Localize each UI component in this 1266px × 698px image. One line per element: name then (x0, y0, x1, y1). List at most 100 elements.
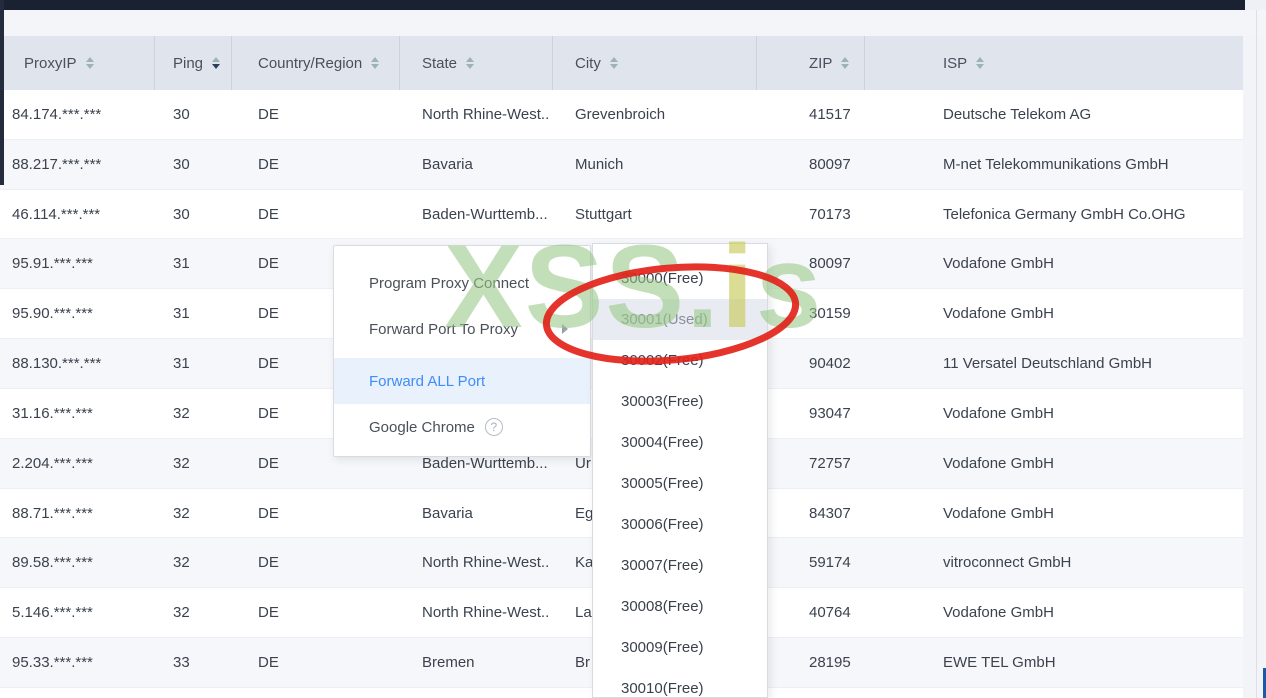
cell-isp: EWE TEL GmbH (943, 654, 1056, 672)
column-header[interactable]: ProxyIP (0, 36, 155, 90)
sort-desc-icon[interactable] (976, 64, 985, 69)
cell-proxyip: 31.16.***.*** (12, 404, 93, 422)
cell-ping: 32 (173, 454, 190, 472)
submenu-arrow-icon (562, 324, 568, 334)
port-menu-item[interactable]: 30002(Free) (593, 340, 767, 381)
column-header[interactable]: Ping (155, 36, 232, 90)
port-menu-item[interactable]: 30003(Free) (593, 381, 767, 422)
cell-isp: M-net Telekommunikations GmbH (943, 155, 1169, 173)
cell-ping: 31 (173, 305, 190, 323)
menu-item-forward-all-port[interactable]: Forward ALL Port (334, 358, 590, 404)
cell-proxyip: 95.33.***.*** (12, 654, 93, 672)
cell-country: DE (258, 205, 279, 223)
sort-asc-icon[interactable] (212, 57, 221, 62)
menu-item-label: Google Chrome (369, 418, 475, 436)
cell-proxyip: 46.114.***.*** (12, 205, 101, 223)
port-menu-item[interactable]: 30008(Free) (593, 586, 767, 627)
menu-item-label: Forward Port To Proxy (369, 320, 518, 338)
port-label: 30005(Free) (621, 475, 704, 492)
port-label: 30000(Free) (621, 270, 704, 287)
port-menu-item[interactable]: 30006(Free) (593, 504, 767, 545)
port-menu-item[interactable]: 30004(Free) (593, 422, 767, 463)
sort-arrows-icon[interactable] (976, 57, 985, 69)
cell-zip: 41517 (809, 105, 851, 123)
column-header-label: ISP (943, 54, 968, 72)
cell-proxyip: 95.90.***.*** (12, 305, 93, 323)
menu-item-label: Program Proxy Connect (369, 274, 530, 292)
sort-arrows-icon[interactable] (371, 57, 380, 69)
cell-country: DE (258, 105, 279, 123)
column-header-label: State (422, 54, 458, 72)
cell-zip: 28195 (809, 654, 851, 672)
sort-asc-icon[interactable] (85, 57, 94, 62)
port-label: 30009(Free) (621, 639, 704, 656)
port-menu-item[interactable]: 30005(Free) (593, 463, 767, 504)
cell-zip: 59174 (809, 554, 851, 572)
sort-desc-icon[interactable] (841, 64, 850, 69)
menu-item-label: Forward ALL Port (369, 372, 486, 390)
sort-asc-icon[interactable] (841, 57, 850, 62)
cell-state: North Rhine-West.. (422, 105, 550, 123)
menu-item-forward-port-to-proxy[interactable]: Forward Port To Proxy (334, 306, 590, 352)
port-menu-item[interactable]: 30010(Free) (593, 668, 767, 697)
cell-isp: Vodafone GmbH (943, 504, 1054, 522)
cell-proxyip: 84.174.***.*** (12, 105, 102, 123)
sort-asc-icon[interactable] (609, 57, 618, 62)
cell-ping: 32 (173, 554, 190, 572)
sort-arrows-icon[interactable] (85, 57, 94, 69)
sort-asc-icon[interactable] (466, 57, 475, 62)
column-header-label: ZIP (809, 54, 833, 72)
cell-isp: Vodafone GmbH (943, 454, 1054, 472)
port-label: 30002(Free) (621, 352, 704, 369)
sort-arrows-icon[interactable] (466, 57, 475, 69)
sort-asc-icon[interactable] (976, 57, 985, 62)
cell-state: North Rhine-West.. (422, 554, 550, 572)
menu-item-google-chrome[interactable]: Google Chrome ? (334, 404, 590, 450)
sort-desc-icon[interactable] (609, 64, 618, 69)
column-header-label: Country/Region (258, 54, 363, 72)
help-icon[interactable]: ? (484, 418, 503, 436)
cell-zip: 70173 (809, 205, 851, 223)
column-header-label: Ping (173, 54, 204, 72)
cell-ping: 31 (173, 355, 190, 373)
column-header[interactable]: Country/Region (232, 36, 400, 90)
sort-desc-icon[interactable] (85, 64, 94, 69)
cell-zip: 93047 (809, 404, 851, 422)
table-row[interactable]: 46.114.***.*** 30 DE Baden-Wurttemb... S… (0, 189, 1243, 240)
gutter-divider (1256, 10, 1257, 698)
cell-ping: 32 (173, 404, 190, 422)
column-header[interactable]: ISP (865, 36, 1243, 90)
column-header[interactable]: State (400, 36, 553, 90)
cell-ping: 30 (173, 205, 190, 223)
sort-desc-icon[interactable] (466, 64, 475, 69)
cell-proxyip: 5.146.***.*** (12, 604, 93, 622)
cell-ping: 33 (173, 654, 190, 672)
port-menu-item[interactable]: 30000(Free) (593, 258, 767, 299)
port-menu-item[interactable]: 30009(Free) (593, 627, 767, 668)
port-label: 30004(Free) (621, 434, 704, 451)
cell-ping: 30 (173, 105, 190, 123)
port-label: 30008(Free) (621, 598, 704, 615)
sort-arrows-icon[interactable] (841, 57, 850, 69)
cell-zip: 80097 (809, 255, 851, 273)
port-label: 30001(Used) (621, 311, 708, 328)
proxy-client-window: ProxyIP Ping Country/Region State City Z… (0, 0, 1266, 698)
menu-item-program-proxy-connect[interactable]: Program Proxy Connect (334, 260, 590, 306)
sort-desc-icon[interactable] (212, 64, 221, 69)
cell-zip: 72757 (809, 454, 851, 472)
sort-arrows-icon[interactable] (609, 57, 618, 69)
table-row[interactable]: 88.217.***.*** 30 DE Bavaria Munich 8009… (0, 139, 1243, 190)
column-header[interactable]: ZIP (757, 36, 865, 90)
column-header[interactable]: City (553, 36, 757, 90)
window-left-edge (0, 0, 4, 185)
table-row[interactable]: 84.174.***.*** 30 DE North Rhine-West.. … (0, 90, 1243, 140)
port-label: 30007(Free) (621, 557, 704, 574)
sort-asc-icon[interactable] (371, 57, 380, 62)
sort-desc-icon[interactable] (371, 64, 380, 69)
port-menu-item[interactable]: 30007(Free) (593, 545, 767, 586)
cell-proxyip: 89.58.***.*** (12, 554, 93, 572)
cell-ping: 30 (173, 155, 190, 173)
cell-ping: 32 (173, 504, 190, 522)
port-menu-item[interactable]: 30001(Used) (593, 299, 767, 340)
sort-arrows-icon[interactable] (212, 57, 221, 69)
